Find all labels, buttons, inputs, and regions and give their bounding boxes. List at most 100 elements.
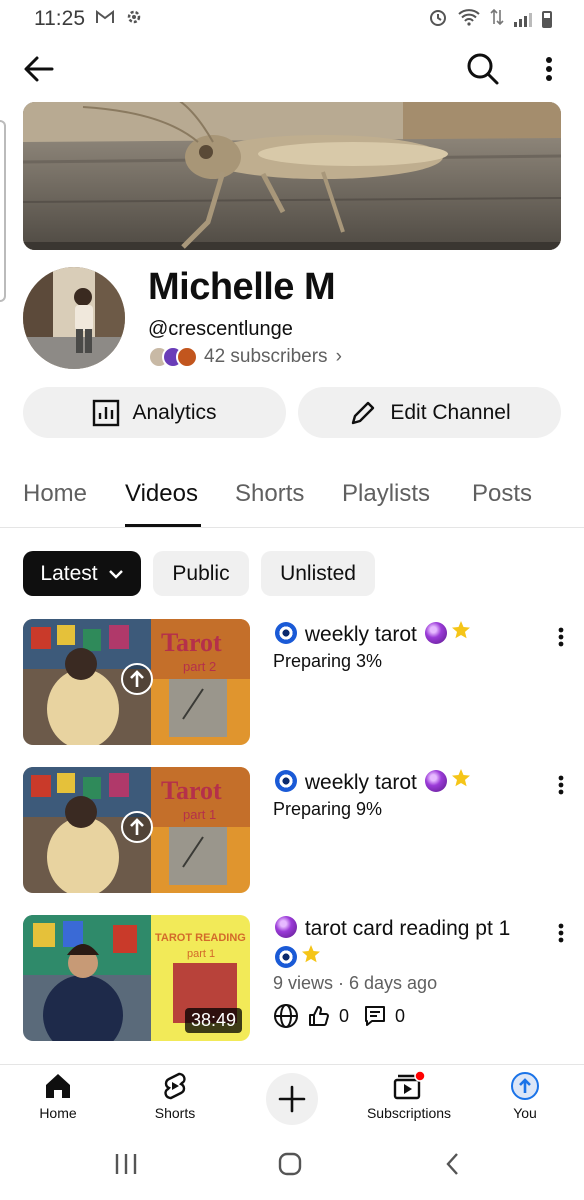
- more-vert-icon: [546, 57, 552, 81]
- video-meta: 9 views · 6 days ago: [273, 973, 438, 993]
- crystal-ball-icon: [275, 916, 297, 938]
- video-thumbnail[interactable]: Tarot part 2: [23, 619, 250, 745]
- create-button[interactable]: [266, 1073, 318, 1125]
- bottom-navigation: Home Shorts Subscriptions You: [0, 1064, 584, 1136]
- subscriptions-icon: [393, 1071, 426, 1100]
- analytics-icon: [93, 399, 120, 426]
- settings-gear-icon: [125, 8, 143, 31]
- video-item[interactable]: Tarot part 2 weekly tarot Preparing 3%: [0, 619, 584, 745]
- channel-banner[interactable]: [23, 102, 561, 250]
- like-count: 0: [339, 1005, 350, 1026]
- nazar-eye-icon: [275, 622, 297, 644]
- video-status: Preparing 9%: [273, 799, 383, 819]
- upload-arrow-icon: [121, 663, 153, 695]
- subscribers-link[interactable]: 42 subscribers ›: [148, 346, 342, 368]
- tab-shorts[interactable]: Shorts: [235, 480, 304, 508]
- video-title[interactable]: weekly tarot: [273, 619, 543, 649]
- more-vert-icon: [558, 923, 564, 943]
- video-menu-button[interactable]: [553, 921, 569, 945]
- sort-latest-chip[interactable]: Latest: [23, 551, 141, 596]
- sort-label: Latest: [40, 561, 98, 585]
- crystal-ball-icon: [424, 622, 447, 644]
- video-title[interactable]: weekly tarot: [273, 767, 543, 797]
- video-stats: 0 0: [273, 1003, 405, 1029]
- public-label: Public: [172, 561, 230, 585]
- channel-tabs: Home Videos Shorts Playlists Posts: [0, 466, 584, 528]
- edit-channel-label: Edit Channel: [390, 400, 511, 424]
- system-navigation-bar: [0, 1136, 584, 1200]
- edit-channel-button[interactable]: Edit Channel: [298, 387, 561, 438]
- tab-home[interactable]: Home: [23, 480, 87, 508]
- video-menu-button[interactable]: [553, 625, 569, 649]
- thumb-title: Tarot: [161, 776, 222, 805]
- analytics-button[interactable]: Analytics: [23, 387, 286, 438]
- top-app-bar: [0, 46, 584, 90]
- video-title-text: weekly tarot: [304, 771, 417, 794]
- tab-videos[interactable]: Videos: [125, 480, 198, 508]
- nazar-eye-icon: [275, 770, 297, 792]
- home-icon: [46, 1074, 70, 1098]
- nav-subscriptions[interactable]: Subscriptions: [354, 1071, 464, 1121]
- tab-posts[interactable]: Posts: [472, 480, 532, 508]
- search-icon: [467, 53, 499, 85]
- thumb-title: Tarot: [161, 628, 222, 657]
- dizzy-star-icon: [451, 621, 470, 639]
- unlisted-label: Unlisted: [280, 561, 356, 585]
- thumbs-up-icon: [309, 1006, 329, 1026]
- globe-icon: [274, 1004, 298, 1028]
- plus-icon: [278, 1085, 306, 1113]
- video-duration: 38:49: [184, 1008, 242, 1033]
- battery-icon: [542, 10, 552, 28]
- channel-name: Michelle M: [148, 266, 336, 308]
- crystal-ball-icon: [424, 770, 447, 792]
- search-button[interactable]: [464, 50, 500, 86]
- unlisted-chip[interactable]: Unlisted: [261, 551, 375, 596]
- subscribers-count: 42 subscribers: [204, 346, 328, 367]
- dizzy-star-icon: [451, 769, 470, 787]
- status-time: 11:25: [34, 7, 85, 30]
- alarm-icon: [428, 7, 448, 32]
- nazar-eye-icon: [275, 946, 297, 968]
- video-status: Preparing 3%: [273, 651, 383, 671]
- nav-you[interactable]: You: [470, 1071, 580, 1121]
- more-vert-icon: [558, 627, 564, 647]
- recent-apps-button[interactable]: [115, 1154, 137, 1174]
- channel-handle: @crescentlunge: [148, 318, 293, 340]
- nav-you-label: You: [513, 1105, 537, 1121]
- more-vert-icon: [558, 775, 564, 795]
- video-item[interactable]: Tarot part 1 weekly tarot Preparing 9%: [0, 767, 584, 893]
- signal-icon: [514, 11, 532, 27]
- public-chip[interactable]: Public: [153, 551, 249, 596]
- pencil-icon: [352, 401, 375, 424]
- more-options-button[interactable]: [537, 52, 561, 86]
- video-thumbnail[interactable]: Tarot part 1: [23, 767, 250, 893]
- edge-panel-handle[interactable]: [0, 120, 6, 302]
- data-arrows-icon: [490, 8, 504, 31]
- nav-shorts-label: Shorts: [154, 1105, 196, 1121]
- video-item[interactable]: TAROT READING part 1 38:49 tarot card re…: [0, 915, 584, 1041]
- channel-avatar[interactable]: [23, 267, 125, 369]
- back-system-button[interactable]: [446, 1153, 458, 1175]
- video-menu-button[interactable]: [553, 773, 569, 797]
- dizzy-star-icon: [302, 945, 320, 963]
- thumb-part: part 2: [183, 659, 216, 674]
- nav-home[interactable]: Home: [3, 1071, 113, 1121]
- wifi-icon: [458, 8, 480, 31]
- nav-shorts[interactable]: Shorts: [120, 1071, 230, 1121]
- tab-playlists[interactable]: Playlists: [342, 480, 430, 508]
- video-title[interactable]: tarot card reading pt 1: [273, 915, 543, 973]
- subscriber-avatars: [148, 346, 198, 368]
- thumb-part: part 1: [183, 807, 216, 822]
- upload-arrow-icon: [121, 811, 153, 843]
- comment-icon: [365, 1006, 386, 1026]
- video-thumbnail[interactable]: TAROT READING part 1 38:49: [23, 915, 250, 1041]
- chevron-right-icon: ›: [335, 346, 342, 367]
- back-button[interactable]: [22, 52, 56, 86]
- nav-home-label: Home: [39, 1105, 77, 1121]
- arrow-left-icon: [24, 56, 54, 82]
- analytics-label: Analytics: [132, 400, 217, 424]
- thumb-part: part 1: [187, 948, 215, 960]
- nav-subscriptions-label: Subscriptions: [366, 1105, 452, 1121]
- video-title-text: tarot card reading pt 1: [304, 917, 511, 940]
- home-system-button[interactable]: [278, 1152, 302, 1176]
